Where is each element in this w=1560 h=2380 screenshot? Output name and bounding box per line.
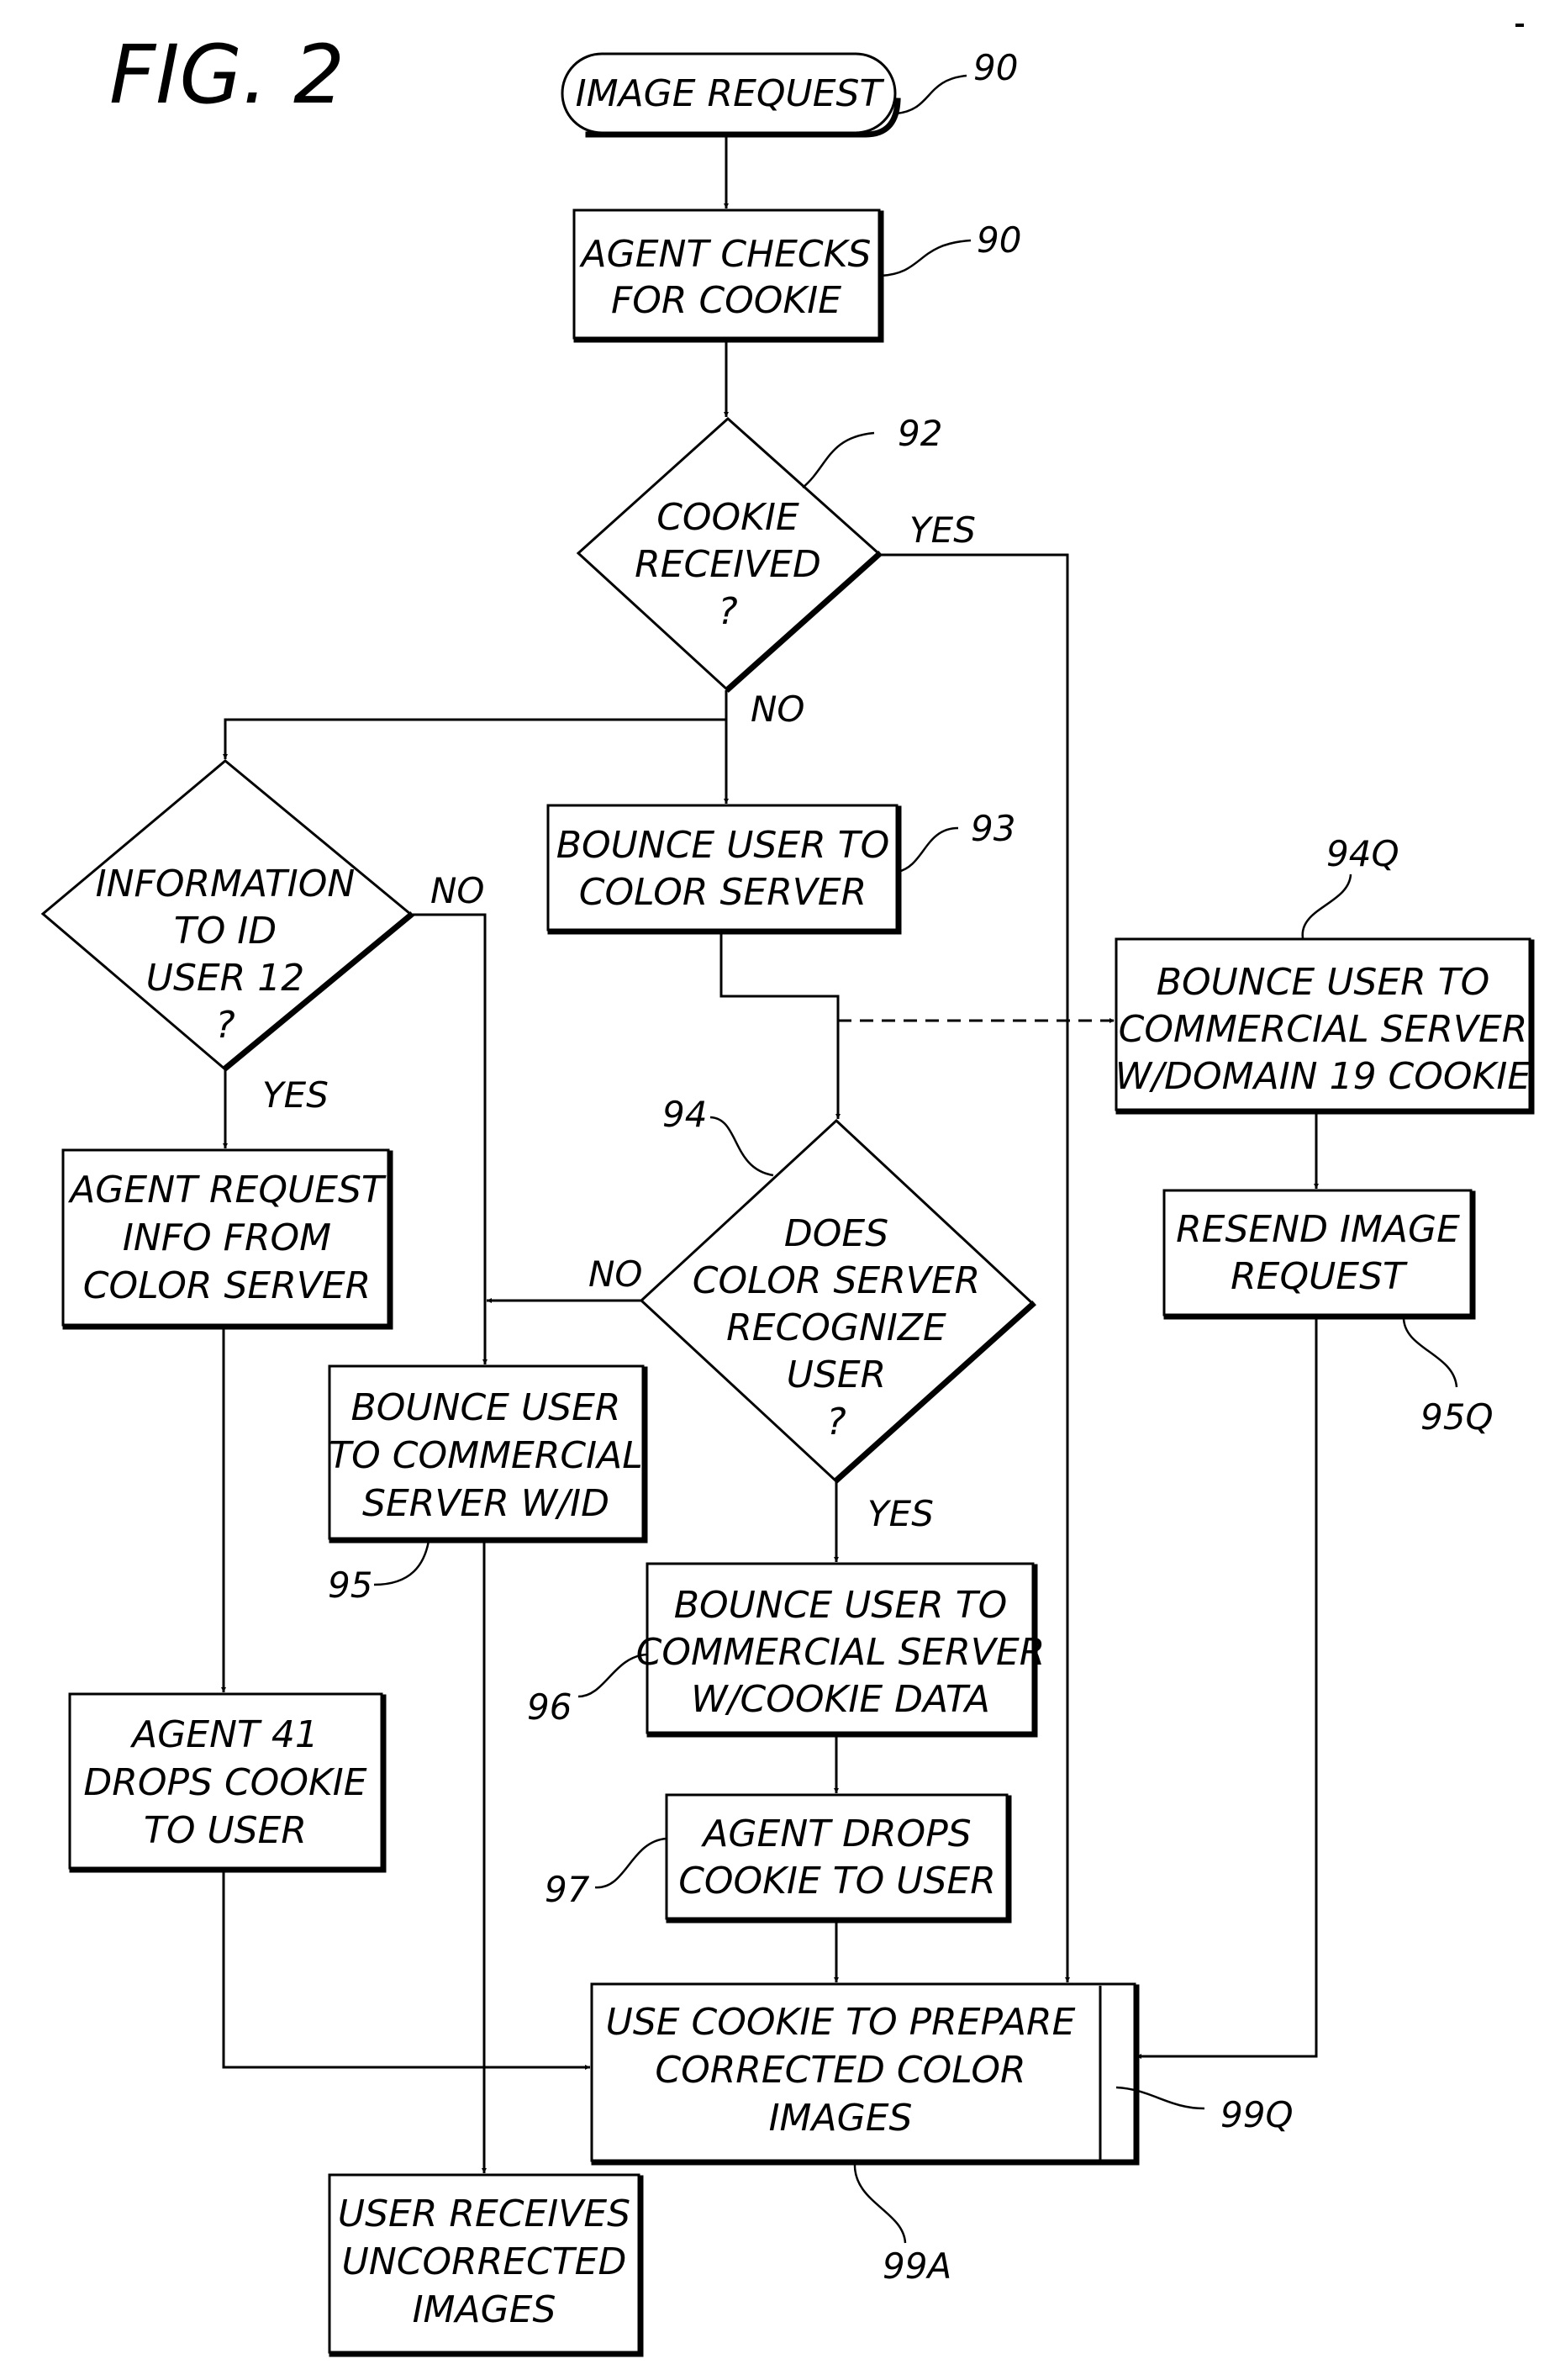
branch-label-info-no: NO <box>430 870 484 911</box>
node-text-line: ? <box>826 1401 846 1443</box>
node-text-line: CORRECTED COLOR <box>655 2049 1025 2092</box>
node-text-line: COLOR SERVER <box>579 871 867 914</box>
node-text-line: IMAGES <box>769 2097 913 2140</box>
node-text-line: TO ID <box>174 910 277 953</box>
leader-99a <box>853 2162 907 2244</box>
node-text-line: ? <box>718 590 737 633</box>
leader-90 <box>896 74 967 115</box>
node-text-line: DROPS COOKIE <box>83 1761 366 1804</box>
node-agent41-drops-cookie: AGENT 41 DROPS COOKIE TO USER <box>68 1692 387 1873</box>
decision-color-server-recognize: DOES COLOR SERVER RECOGNIZE USER ? <box>639 1118 1036 1484</box>
reference-labels: 90 90 92 93 94Q 94 95Q 95 96 97 99Q 99A <box>328 47 1494 2287</box>
leader-95 <box>373 1540 430 1586</box>
node-text-line: TO COMMERCIAL <box>329 1434 642 1477</box>
node-text-line: RESEND IMAGE <box>1176 1208 1460 1251</box>
leader-93 <box>897 826 959 873</box>
node-image-request: IMAGE REQUEST <box>561 52 901 138</box>
node-bounce-commercial-cookie-data: BOUNCE USER TO COMMERCIAL SERVER W/COOKI… <box>636 1562 1046 1738</box>
node-text-line: REQUEST <box>1231 1255 1408 1298</box>
leader-92 <box>802 431 875 488</box>
node-text-line: USE COOKIE TO PREPARE <box>606 2001 1076 2044</box>
ref-label-91: 90 <box>977 219 1021 261</box>
flowchart-fig-2: FIG. 2 IMAGE REQUEST AGENT CHECKS FOR CO… <box>40 24 1535 2357</box>
node-text-line: BOUNCE USER TO <box>556 824 889 867</box>
node-text-line: ? <box>215 1004 235 1047</box>
node-text-line: INFO FROM <box>123 1216 331 1259</box>
ref-label-95q: 95Q <box>1420 1396 1494 1438</box>
node-text-line: COLOR SERVER <box>693 1259 980 1302</box>
figure-title: FIG. 2 <box>109 28 345 122</box>
node-text-line: COMMERCIAL SERVER <box>636 1631 1046 1674</box>
node-text-line: AGENT 41 <box>129 1713 319 1756</box>
node-text-line: BOUNCE USER TO <box>1157 961 1489 1004</box>
leader-94q <box>1301 873 1352 939</box>
node-agent-drops-cookie: AGENT DROPS COOKIE TO USER <box>665 1793 1012 1924</box>
branch-label-recognize-yes: YES <box>867 1493 934 1534</box>
ref-label-99a: 99A <box>883 2245 951 2287</box>
node-text-line: USER RECEIVES <box>338 2193 630 2235</box>
node-agent-checks-cookie: AGENT CHECKS FOR COOKIE <box>572 208 884 343</box>
node-user-receives-uncorrected: USER RECEIVES UNCORRECTED IMAGES <box>328 2173 644 2357</box>
node-text-line: RECEIVED <box>635 543 821 586</box>
node-text-line: BOUNCE USER TO <box>674 1584 1007 1627</box>
ref-label-99q: 99Q <box>1220 2094 1294 2135</box>
ref-label-93: 93 <box>971 808 1015 849</box>
ref-label-92: 92 <box>898 413 942 454</box>
scan-speck <box>1515 24 1524 27</box>
branch-label-info-yes: YES <box>262 1074 329 1116</box>
branch-label-recognize-no: NO <box>588 1253 642 1295</box>
ref-label-97: 97 <box>545 1869 590 1910</box>
arrow-95q-to-99 <box>1136 1317 1318 2059</box>
node-text-line: DOES <box>784 1212 888 1255</box>
node-text-line: SERVER W/ID <box>362 1482 609 1525</box>
leader-97 <box>594 1837 667 1889</box>
ref-label-94q: 94Q <box>1326 833 1399 874</box>
node-text-line: BOUNCE USER <box>351 1386 621 1429</box>
ref-label-95: 95 <box>328 1565 372 1606</box>
branch-label-cookie-yes: YES <box>909 509 976 551</box>
node-text-line: USER 12 <box>146 957 304 1000</box>
node-text-line: W/COOKIE DATA <box>691 1678 990 1721</box>
ref-label-96: 96 <box>527 1686 572 1728</box>
node-bounce-color-server: BOUNCE USER TO COLOR SERVER <box>546 804 902 935</box>
leader-95q <box>1402 1317 1458 1388</box>
node-agent-request-info: AGENT REQUEST INFO FROM COLOR SERVER <box>61 1148 393 1330</box>
node-text-line: W/DOMAIN 19 COOKIE <box>1115 1055 1531 1098</box>
branch-label-cookie-no: NO <box>751 689 804 730</box>
decision-info-to-id-user: INFORMATION TO ID USER 12 ? <box>40 759 414 1072</box>
node-text-line: INFORMATION <box>96 863 356 905</box>
node-text-line: USER <box>787 1354 887 1396</box>
node-text-line: TO USER <box>144 1809 307 1852</box>
node-text-line: AGENT REQUEST <box>67 1169 387 1211</box>
node-text-line: RECOGNIZE <box>726 1306 946 1349</box>
arrow-92-no-to-info <box>223 718 726 759</box>
arrow-93-to-94 <box>719 931 841 1119</box>
node-use-cookie-prepare: USE COOKIE TO PREPARE CORRECTED COLOR IM… <box>590 1982 1140 2166</box>
node-text-line: COOKIE <box>656 496 799 539</box>
arrow-info-no-to-95 <box>410 913 488 1364</box>
node-text-line: COLOR SERVER <box>83 1264 371 1307</box>
leader-91 <box>880 239 972 277</box>
node-text-line: AGENT DROPS <box>700 1813 971 1855</box>
leader-94 <box>709 1116 774 1177</box>
node-text: IMAGE REQUEST <box>576 72 885 115</box>
node-bounce-commercial-id: BOUNCE USER TO COMMERCIAL SERVER W/ID <box>328 1364 648 1544</box>
node-text-line: FOR COOKIE <box>611 279 841 322</box>
node-text-line: COOKIE TO USER <box>678 1860 996 1902</box>
ref-label-90: 90 <box>973 47 1018 88</box>
node-bounce-commercial-domain-cookie: BOUNCE USER TO COMMERCIAL SERVER W/DOMAI… <box>1115 937 1535 1115</box>
decision-cookie-received: COOKIE RECEIVED ? <box>576 416 883 693</box>
node-resend-image-request: RESEND IMAGE REQUEST <box>1162 1189 1476 1320</box>
ref-label-94: 94 <box>662 1094 707 1135</box>
node-text-line: UNCORRECTED <box>342 2240 627 2283</box>
arrow-agent41-to-99 <box>222 1870 590 2070</box>
node-text-line: AGENT CHECKS <box>579 233 872 276</box>
node-text-line: IMAGES <box>413 2288 556 2331</box>
node-text-line: COMMERCIAL SERVER <box>1119 1008 1528 1051</box>
